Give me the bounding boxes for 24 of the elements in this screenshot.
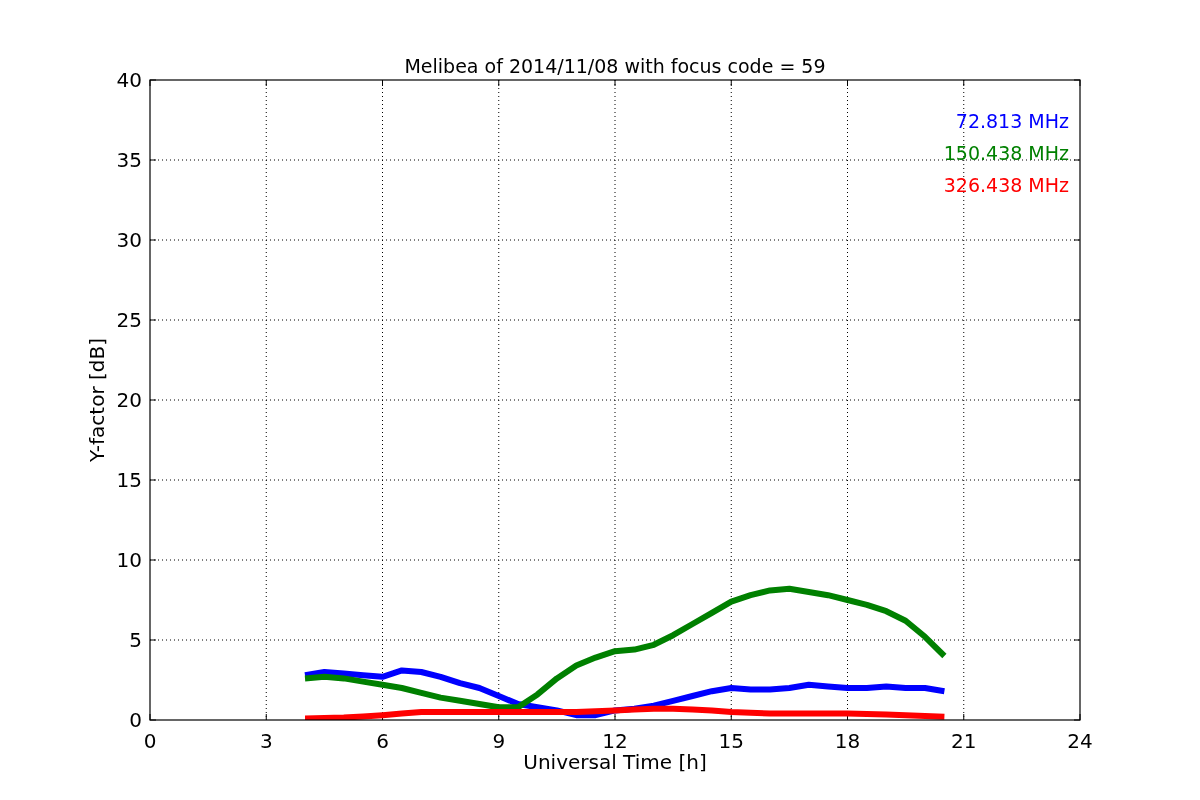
tick-label: 0 xyxy=(129,708,142,732)
axis-label: Universal Time [h] xyxy=(523,750,707,774)
tick-label: 40 xyxy=(116,68,142,92)
tick-label: 30 xyxy=(116,228,142,252)
tick-label: 35 xyxy=(116,148,142,172)
axis-label: Y-factor [dB] xyxy=(85,338,109,462)
legend-label: 72.813 MHz xyxy=(955,110,1069,132)
tick-label: 25 xyxy=(116,308,142,332)
tick-label: 15 xyxy=(116,468,142,492)
tick-label: 12 xyxy=(602,729,628,753)
legend-label: 326.438 MHz xyxy=(943,174,1069,196)
tick-label: 3 xyxy=(259,729,273,753)
tick-label: 6 xyxy=(376,729,389,753)
tick-label: 18 xyxy=(834,729,861,753)
tick-label: 5 xyxy=(129,628,142,652)
tick-label: 10 xyxy=(116,548,142,572)
chart-title: Melibea of 2014/11/08 with focus code = 59 xyxy=(404,55,826,77)
tick-label: 20 xyxy=(116,388,142,412)
legend-label: 150.438 MHz xyxy=(943,142,1069,164)
tick-label: 24 xyxy=(1067,729,1093,753)
tick-label: 15 xyxy=(718,729,744,753)
tick-label: 0 xyxy=(143,729,157,753)
tick-label: 21 xyxy=(951,729,977,753)
tick-label: 9 xyxy=(492,729,506,753)
